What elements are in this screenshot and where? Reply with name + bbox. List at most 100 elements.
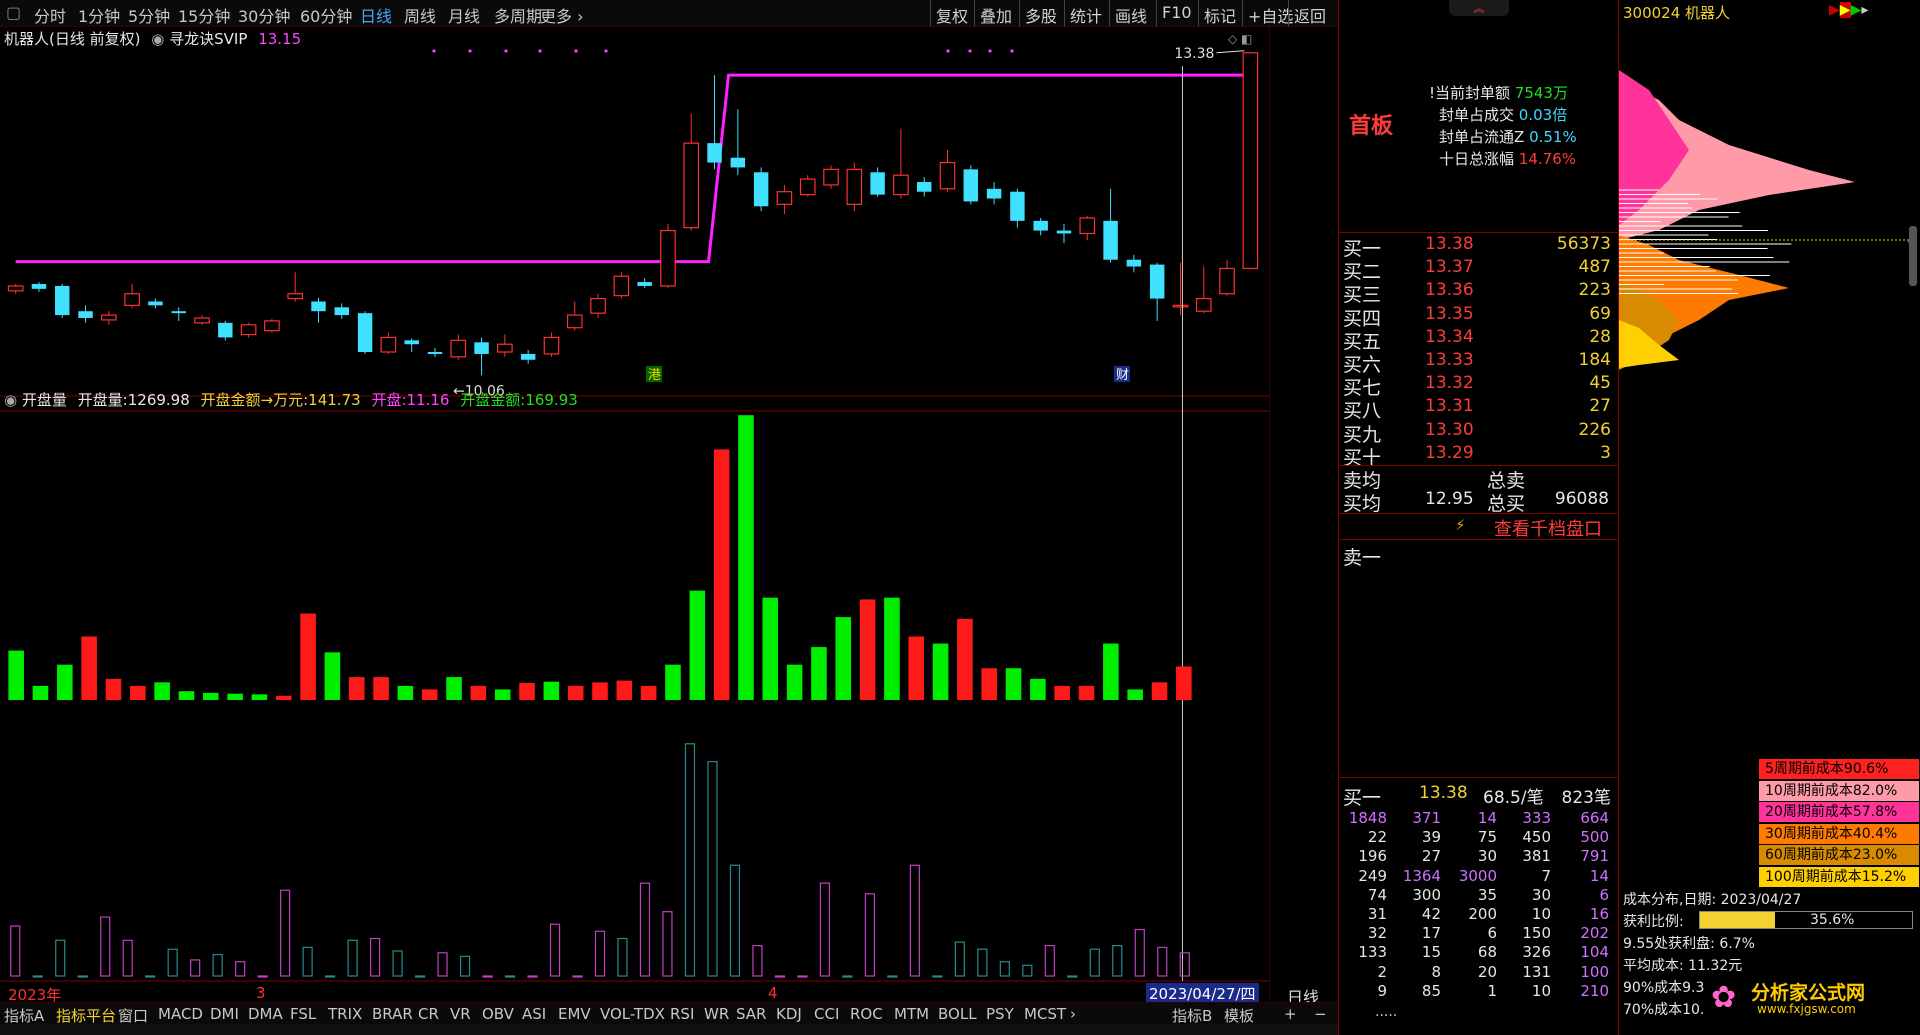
bid-row[interactable]: 买二 13.37 487: [1343, 257, 1613, 283]
indicator-tab[interactable]: MACD: [158, 1005, 203, 1023]
candle[interactable]: [1010, 188, 1025, 228]
candle[interactable]: [1079, 216, 1096, 241]
volume-outline-bar[interactable]: [864, 893, 875, 977]
volume-outline-bar[interactable]: [549, 923, 561, 977]
volume-outline-bar[interactable]: [954, 941, 965, 977]
open-volume-bar[interactable]: [786, 664, 803, 700]
candle[interactable]: [963, 165, 979, 205]
indicator-tab[interactable]: ASI: [522, 1005, 546, 1023]
indicator-name[interactable]: 寻龙诀SVIP: [169, 30, 247, 48]
candle[interactable]: [823, 165, 839, 189]
volume-outline-bar[interactable]: [1044, 945, 1055, 977]
volume-outline-bar[interactable]: [414, 975, 426, 978]
open-volume-bar[interactable]: [251, 694, 268, 700]
candle[interactable]: [916, 177, 932, 197]
candle[interactable]: [730, 109, 746, 176]
bid-row[interactable]: 买七 13.32 45: [1343, 373, 1613, 399]
indicator-tab[interactable]: MCST: [1024, 1005, 1066, 1023]
toolbar-button[interactable]: 叠加: [980, 3, 1012, 27]
collapse-icon[interactable]: ︽: [1449, 0, 1509, 16]
finance-marker[interactable]: 财: [1114, 366, 1130, 383]
thousand-level-link[interactable]: 查看千档盘口: [1494, 515, 1602, 541]
candle[interactable]: [1219, 259, 1235, 296]
open-volume-bar[interactable]: [616, 680, 633, 700]
volume-outline-bar[interactable]: [437, 952, 448, 977]
bid-row[interactable]: 买九 13.30 226: [1343, 420, 1613, 446]
toolbar-button[interactable]: 多股: [1025, 3, 1057, 27]
period-tab[interactable]: 15分钟: [178, 3, 230, 27]
open-volume-bar[interactable]: [178, 691, 195, 700]
volume-outline-bar[interactable]: [302, 946, 313, 977]
candle[interactable]: [334, 303, 350, 319]
volume-outline-bar[interactable]: [977, 948, 988, 977]
candle[interactable]: [218, 320, 233, 341]
volume-outline-bar[interactable]: [639, 882, 651, 977]
indicator-tab[interactable]: 窗口: [118, 1005, 148, 1026]
candle[interactable]: [753, 167, 769, 212]
open-volume-bar[interactable]: [592, 682, 608, 700]
candle[interactable]: [7, 284, 24, 294]
bid-row[interactable]: 买五 13.34 28: [1343, 327, 1613, 353]
bid-row[interactable]: 买六 13.33 184: [1343, 350, 1613, 376]
candle[interactable]: [870, 167, 885, 197]
candle[interactable]: [148, 298, 163, 309]
toolbar-button[interactable]: +自选: [1248, 3, 1293, 27]
volume-outline-bar[interactable]: [55, 939, 66, 977]
volume-outline-bar[interactable]: [842, 975, 853, 978]
toolbar-button[interactable]: F10: [1162, 3, 1192, 22]
indicator-tab[interactable]: OBV: [482, 1005, 514, 1023]
toolbar-button[interactable]: 复权: [936, 3, 968, 27]
candle[interactable]: [240, 322, 257, 338]
candle[interactable]: [520, 350, 536, 364]
volume-outline-bar[interactable]: [235, 961, 246, 977]
flag-icon[interactable]: ▶: [1829, 2, 1840, 18]
volume-outline-bar[interactable]: [212, 953, 223, 977]
volume-outline-bar[interactable]: [257, 975, 268, 978]
indicator-tab[interactable]: BOLL: [938, 1005, 977, 1023]
open-volume-bar[interactable]: [1151, 682, 1168, 700]
candle[interactable]: [660, 223, 676, 288]
volume-outline-bar[interactable]: [1022, 964, 1033, 977]
period-tab[interactable]: 周线: [404, 3, 436, 27]
scrollbar[interactable]: [1909, 226, 1917, 286]
open-volume-bar[interactable]: [202, 692, 219, 700]
candle[interactable]: [194, 315, 210, 325]
volume-outline-bar[interactable]: [482, 975, 493, 978]
candle[interactable]: [171, 307, 186, 321]
open-volume-bar[interactable]: [689, 590, 706, 700]
indicator-tab[interactable]: RSI: [670, 1005, 694, 1023]
open-volume-bar[interactable]: [713, 449, 730, 700]
open-volume-bar[interactable]: [957, 618, 973, 700]
queue-more[interactable]: .....: [1375, 1004, 1397, 1020]
open-volume-bar[interactable]: [640, 685, 657, 700]
candle[interactable]: [707, 75, 722, 170]
open-volume-bar[interactable]: [543, 681, 560, 700]
volume-outline-bar[interactable]: [932, 975, 943, 978]
scroll-right-icon[interactable]: ›: [1070, 1005, 1076, 1023]
volume-outline-bar[interactable]: [77, 975, 88, 978]
volume-outline-bar[interactable]: [100, 916, 111, 977]
candle[interactable]: [1172, 262, 1189, 316]
open-volume-bar[interactable]: [470, 685, 487, 700]
candle[interactable]: [287, 272, 304, 302]
open-volume-bar[interactable]: [1176, 666, 1192, 700]
candle[interactable]: [78, 305, 93, 323]
candle[interactable]: [264, 318, 280, 333]
volume-outline-bar[interactable]: [819, 882, 831, 977]
volume-outline-bar[interactable]: [662, 911, 673, 977]
bid-row[interactable]: 买四 13.35 69: [1343, 304, 1613, 330]
volume-indicator-name[interactable]: 开盘量: [22, 391, 67, 409]
indicator-tab[interactable]: VOL-TDX: [600, 1005, 665, 1023]
indicator-tab[interactable]: FSL: [290, 1005, 316, 1023]
indicator-tab-right[interactable]: 模板: [1224, 1005, 1254, 1026]
period-tab[interactable]: 60分钟: [300, 3, 352, 27]
candle[interactable]: [1033, 217, 1048, 236]
open-volume-bar[interactable]: [519, 683, 535, 700]
indicator-tab[interactable]: EMV: [558, 1005, 591, 1023]
open-volume-bar[interactable]: [981, 668, 998, 700]
volume-outline-bar[interactable]: [887, 975, 898, 978]
candle[interactable]: [55, 284, 70, 318]
indicator-tab[interactable]: VR: [450, 1005, 471, 1023]
open-volume-bar[interactable]: [300, 613, 316, 700]
volume-outline-bar[interactable]: [167, 948, 178, 977]
